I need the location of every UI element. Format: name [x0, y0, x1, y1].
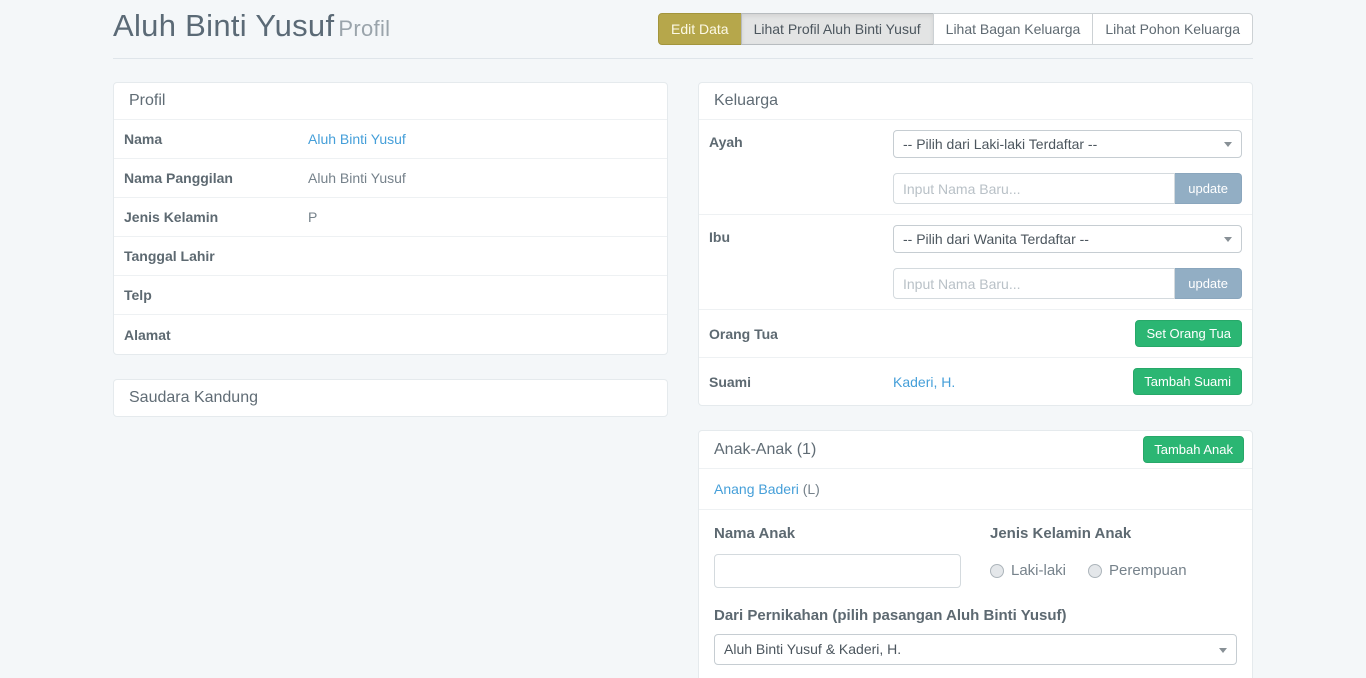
ibu-new-name-input[interactable] — [893, 268, 1175, 299]
profil-panel: Profil Nama Aluh Binti Yusuf Nama Panggi… — [113, 82, 668, 355]
child-name-link[interactable]: Anang Baderi — [714, 481, 799, 497]
left-column: Profil Nama Aluh Binti Yusuf Nama Panggi… — [113, 82, 668, 441]
suami-name-link[interactable]: Kaderi, H. — [893, 374, 955, 390]
main-container: Aluh Binti YusufProfil Edit Data Lihat P… — [113, 0, 1253, 678]
tambah-suami-button[interactable]: Tambah Suami — [1133, 368, 1242, 395]
edit-data-button[interactable]: Edit Data — [658, 13, 742, 45]
ayah-new-name-input[interactable] — [893, 173, 1175, 204]
row-label: Nama Panggilan — [124, 170, 308, 186]
table-row: Tanggal Lahir — [114, 237, 667, 276]
page-title: Aluh Binti YusufProfil — [113, 8, 390, 44]
ibu-select[interactable]: -- Pilih dari Wanita Terdaftar -- — [893, 225, 1242, 253]
laki-laki-radio-label[interactable]: Laki-laki — [1011, 562, 1066, 579]
table-row: Nama Aluh Binti Yusuf — [114, 120, 667, 159]
list-item: Anang Baderi (L) — [699, 469, 1252, 510]
table-row: Alamat — [114, 315, 667, 354]
perempuan-radio-label[interactable]: Perempuan — [1109, 562, 1187, 579]
content-row: Profil Nama Aluh Binti Yusuf Nama Panggi… — [113, 82, 1253, 678]
page-header: Aluh Binti YusufProfil Edit Data Lihat P… — [113, 8, 1253, 45]
pernikahan-select-value: Aluh Binti Yusuf & Kaderi, H. — [724, 641, 901, 657]
nama-anak-label: Nama Anak — [714, 525, 990, 542]
anak-anak-panel-header: Anak-Anak (1) Tambah Anak — [699, 431, 1252, 469]
dari-pernikahan-label: Dari Pernikahan (pilih pasangan Aluh Bin… — [714, 607, 1237, 624]
profil-panel-title: Profil — [114, 83, 667, 120]
ibu-controls: -- Pilih dari Wanita Terdaftar -- update — [893, 225, 1242, 299]
saudara-kandung-panel: Saudara Kandung — [113, 379, 668, 417]
row-label: Nama — [124, 131, 308, 147]
form-grid: Nama Anak Jenis Kelamin Anak Laki-laki — [714, 525, 1237, 588]
ayah-select-value: -- Pilih dari Laki-laki Terdaftar -- — [903, 136, 1097, 152]
chevron-down-icon — [1219, 648, 1227, 653]
lihat-pohon-keluarga-button[interactable]: Lihat Pohon Keluarga — [1092, 13, 1253, 45]
row-value: P — [308, 209, 317, 225]
right-column: Keluarga Ayah -- Pilih dari Laki-laki Te… — [698, 82, 1253, 678]
anak-anak-panel: Anak-Anak (1) Tambah Anak Anang Baderi (… — [698, 430, 1253, 678]
ibu-label: Ibu — [709, 225, 893, 299]
suami-label: Suami — [709, 374, 893, 390]
person-name: Aluh Binti Yusuf — [113, 8, 334, 43]
perempuan-radio[interactable] — [1088, 564, 1102, 578]
header-divider — [113, 58, 1253, 59]
saudara-kandung-panel-title: Saudara Kandung — [114, 380, 667, 416]
ibu-row: Ibu -- Pilih dari Wanita Terdaftar -- up… — [699, 215, 1252, 310]
table-row: Jenis Kelamin P — [114, 198, 667, 237]
table-row: Telp — [114, 276, 667, 315]
nama-anak-input[interactable] — [714, 554, 961, 588]
jenis-kelamin-anak-label: Jenis Kelamin Anak — [990, 525, 1237, 542]
child-gender-suffix: (L) — [803, 481, 820, 497]
lihat-bagan-keluarga-button[interactable]: Lihat Bagan Keluarga — [933, 13, 1094, 45]
pernikahan-block: Dari Pernikahan (pilih pasangan Aluh Bin… — [714, 607, 1237, 665]
keluarga-panel-title: Keluarga — [699, 83, 1252, 120]
add-child-form: Nama Anak Jenis Kelamin Anak Laki-laki — [699, 510, 1252, 678]
ayah-controls: -- Pilih dari Laki-laki Terdaftar -- upd… — [893, 130, 1242, 204]
ayah-select[interactable]: -- Pilih dari Laki-laki Terdaftar -- — [893, 130, 1242, 158]
view-toolbar: Edit Data Lihat Profil Aluh Binti Yusuf … — [658, 13, 1253, 45]
page: Aluh Binti YusufProfil Edit Data Lihat P… — [0, 0, 1366, 678]
ayah-update-button[interactable]: update — [1175, 173, 1242, 204]
suami-row: Suami Kaderi, H. Tambah Suami — [699, 358, 1252, 405]
row-value: Aluh Binti Yusuf — [308, 170, 406, 186]
tambah-anak-header-button[interactable]: Tambah Anak — [1143, 436, 1244, 463]
radio-perempuan[interactable]: Perempuan — [1088, 562, 1187, 579]
ayah-input-group: update — [893, 173, 1242, 204]
ibu-input-group: update — [893, 268, 1242, 299]
pernikahan-select[interactable]: Aluh Binti Yusuf & Kaderi, H. — [714, 634, 1237, 665]
set-orang-tua-button[interactable]: Set Orang Tua — [1135, 320, 1242, 347]
ayah-label: Ayah — [709, 130, 893, 204]
ibu-update-button[interactable]: update — [1175, 268, 1242, 299]
row-label: Alamat — [124, 327, 308, 343]
keluarga-panel: Keluarga Ayah -- Pilih dari Laki-laki Te… — [698, 82, 1253, 406]
row-label: Tanggal Lahir — [124, 248, 308, 264]
anak-anak-panel-title: Anak-Anak (1) — [714, 441, 816, 459]
chevron-down-icon — [1224, 237, 1232, 242]
ibu-select-value: -- Pilih dari Wanita Terdaftar -- — [903, 231, 1089, 247]
table-row: Nama Panggilan Aluh Binti Yusuf — [114, 159, 667, 198]
laki-laki-radio[interactable] — [990, 564, 1004, 578]
orang-tua-label: Orang Tua — [709, 326, 893, 342]
lihat-profil-button[interactable]: Lihat Profil Aluh Binti Yusuf — [741, 13, 934, 45]
orang-tua-row: Orang Tua Set Orang Tua — [699, 310, 1252, 358]
nama-value-link[interactable]: Aluh Binti Yusuf — [308, 131, 406, 147]
jenis-kelamin-column: Jenis Kelamin Anak Laki-laki Perempuan — [990, 525, 1237, 588]
nama-anak-column: Nama Anak — [714, 525, 990, 588]
row-label: Jenis Kelamin — [124, 209, 308, 225]
radio-laki-laki[interactable]: Laki-laki — [990, 562, 1066, 579]
page-subtitle: Profil — [338, 16, 390, 41]
row-label: Telp — [124, 287, 308, 303]
ayah-row: Ayah -- Pilih dari Laki-laki Terdaftar -… — [699, 120, 1252, 215]
gender-radio-group: Laki-laki Perempuan — [990, 562, 1237, 579]
chevron-down-icon — [1224, 142, 1232, 147]
